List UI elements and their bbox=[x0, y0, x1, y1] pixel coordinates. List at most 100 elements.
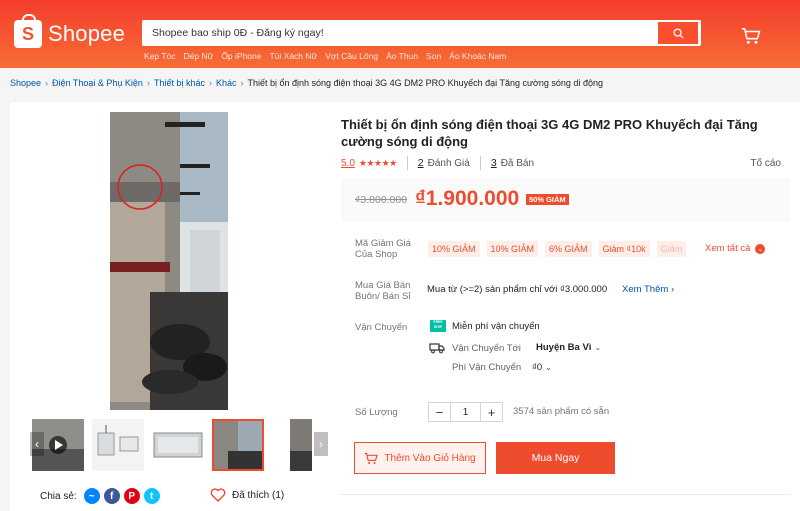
breadcrumb-link[interactable]: Shopee bbox=[10, 78, 41, 88]
buy-now-button[interactable]: Mua Ngay bbox=[496, 442, 615, 474]
ship-to-label: Vận Chuyển Tới bbox=[452, 343, 521, 354]
product-photo bbox=[110, 112, 228, 410]
sale-price: ₫1.900.000 bbox=[415, 187, 520, 210]
voucher-tag[interactable]: 6% GIẢM bbox=[545, 241, 592, 257]
suggestion-link[interactable]: Kẹp Tóc bbox=[144, 51, 176, 61]
suggestion-link[interactable]: Áo Thun bbox=[386, 51, 418, 61]
increase-button[interactable]: + bbox=[481, 403, 502, 421]
thumbnail-next-button[interactable]: › bbox=[314, 432, 328, 456]
chevron-right-icon: › bbox=[670, 284, 675, 295]
chevron-right-icon: › bbox=[146, 78, 150, 88]
voucher-tag[interactable]: Giảm ₫10k bbox=[598, 241, 650, 257]
rating-row: 5.0 ★★★★★ 2 Đánh Giá 3 Đã Bán Tố cáo bbox=[341, 156, 781, 170]
suggestion-link[interactable]: Áo Khoác Nam bbox=[449, 51, 506, 61]
breadcrumb-link[interactable]: Khác bbox=[216, 78, 237, 88]
see-all-label: Xem tất cả bbox=[705, 243, 751, 254]
see-more-label: Xem Thêm bbox=[622, 284, 669, 295]
divider bbox=[406, 156, 408, 170]
like-button[interactable]: Đã thích (1) bbox=[210, 488, 284, 502]
product-card: ‹ › Chia sẻ: ~ f P t Đã thích (1) Thiết … bbox=[10, 102, 800, 511]
sold-label: Đã Bán bbox=[500, 157, 535, 169]
shipping-fee-label: Phí Vận Chuyển bbox=[452, 362, 522, 373]
chevron-down-icon: ⌄ bbox=[545, 363, 552, 372]
thumbnail-image bbox=[290, 419, 312, 471]
reviews-label: Đánh Giá bbox=[427, 157, 470, 169]
heart-icon bbox=[210, 488, 226, 502]
free-ship-icon: FREE SHIP bbox=[430, 320, 446, 332]
suggestion-link[interactable]: Son bbox=[426, 51, 441, 61]
buy-now-label: Mua Ngay bbox=[531, 452, 580, 464]
rating-score[interactable]: 5.0 bbox=[341, 158, 355, 169]
wholesale-label: Mua Giá Bán Buôn/ Bán Sỉ bbox=[355, 280, 411, 302]
suggestion-link[interactable]: Túi Xách Nữ bbox=[269, 51, 317, 61]
thumbnail-image bbox=[92, 419, 144, 471]
shipping-fee-dropdown[interactable]: ₫0 ⌄ bbox=[532, 362, 552, 373]
decrease-button[interactable]: − bbox=[429, 403, 450, 421]
chevron-right-icon: › bbox=[45, 78, 49, 88]
divider bbox=[479, 156, 481, 170]
liked-count-label: Đã thích (1) bbox=[232, 489, 285, 501]
reviews-count[interactable]: 2 bbox=[418, 157, 424, 169]
messenger-icon[interactable]: ~ bbox=[83, 488, 100, 504]
thumbnail-item[interactable] bbox=[92, 419, 144, 471]
cart-plus-icon bbox=[365, 452, 379, 464]
breadcrumb-link[interactable]: Thiết bị khác bbox=[154, 78, 205, 88]
divider bbox=[341, 494, 790, 495]
product-title: Thiết bị ổn định sóng điện thoại 3G 4G D… bbox=[341, 117, 758, 149]
pinterest-icon[interactable]: P bbox=[123, 488, 140, 504]
ship-to-value: Huyện Ba Vì bbox=[536, 342, 592, 353]
search-button[interactable] bbox=[658, 22, 698, 44]
see-all-vouchers-link[interactable]: Xem tất cả ⌄ bbox=[705, 243, 766, 254]
add-to-cart-button[interactable]: Thêm Vào Giỏ Hàng bbox=[354, 442, 486, 474]
thumbnail-item[interactable] bbox=[152, 419, 204, 471]
search-suggestions: Kẹp Tóc Dép Nữ Ốp iPhone Túi Xách Nữ Vợt… bbox=[144, 51, 506, 61]
add-to-cart-label: Thêm Vào Giỏ Hàng bbox=[384, 452, 476, 464]
voucher-tag[interactable]: 10% GIẢM bbox=[428, 241, 480, 257]
voucher-tag[interactable]: 10% GIẢM bbox=[486, 241, 539, 257]
product-main-image[interactable] bbox=[110, 112, 228, 410]
free-shipping-text: Miễn phí vận chuyển bbox=[452, 321, 540, 332]
quantity-input[interactable]: 1 bbox=[450, 403, 481, 421]
quantity-label: Số Lượng bbox=[355, 407, 398, 418]
breadcrumb-current: Thiết bị ổn định sóng điện thoại 3G 4G D… bbox=[247, 78, 603, 88]
see-more-link[interactable]: Xem Thêm › bbox=[622, 284, 674, 295]
discount-badge: 50% GIẢM bbox=[526, 194, 569, 205]
search-bar bbox=[142, 20, 701, 46]
wholesale-text: Mua từ (>=2) sản phẩm chỉ với ₫3.000.000 bbox=[427, 284, 608, 295]
thumbnail-item[interactable] bbox=[290, 419, 312, 471]
chevron-right-icon: › bbox=[208, 78, 212, 88]
thumbnail-strip: ‹ › bbox=[20, 416, 328, 472]
original-price: ₫3.800.000 bbox=[355, 194, 408, 206]
thumbnail-image bbox=[214, 421, 262, 469]
voucher-list: 10% GIẢM 10% GIẢM 6% GIẢM Giảm ₫10k Giảm bbox=[428, 241, 698, 257]
shipping-fee-value: ₫0 bbox=[532, 362, 543, 373]
share-row: Chia sẻ: ~ f P t bbox=[40, 488, 160, 504]
shopping-bag-icon: S bbox=[14, 14, 42, 48]
thumbnail-image bbox=[152, 419, 204, 471]
stock-text: 3574 sản phẩm có sẵn bbox=[513, 406, 610, 417]
suggestion-link[interactable]: Dép Nữ bbox=[184, 51, 214, 61]
star-rating-icon: ★★★★★ bbox=[358, 157, 397, 168]
price-panel: ₫3.800.000 ₫1.900.000 50% GIẢM bbox=[341, 178, 790, 222]
top-header: S Shopee Kẹp Tóc Dép Nữ Ốp iPhone Túi Xá… bbox=[0, 0, 800, 68]
twitter-icon[interactable]: t bbox=[143, 488, 160, 504]
logo-text: Shopee bbox=[48, 21, 126, 46]
shopee-logo[interactable]: S Shopee bbox=[14, 14, 126, 48]
suggestion-link[interactable]: Vợt Cầu Lông bbox=[325, 51, 378, 61]
cart-icon[interactable] bbox=[741, 27, 761, 45]
facebook-icon[interactable]: f bbox=[103, 488, 120, 504]
thumbnail-prev-button[interactable]: ‹ bbox=[30, 432, 44, 456]
voucher-label: Mã Giảm Giá Của Shop bbox=[355, 238, 411, 260]
voucher-tag[interactable]: Giảm bbox=[656, 241, 687, 257]
search-input[interactable] bbox=[145, 22, 650, 44]
suggestion-link[interactable]: Ốp iPhone bbox=[221, 51, 261, 61]
search-icon bbox=[672, 27, 684, 39]
thumbnail-item-selected[interactable] bbox=[212, 419, 264, 471]
quantity-stepper: − 1 + bbox=[428, 402, 503, 422]
breadcrumb: Shopee › Điện Thoại & Phụ Kiện › Thiết bị kh… bbox=[10, 78, 603, 88]
chevron-down-icon: ⌄ bbox=[594, 343, 602, 352]
ship-to-dropdown[interactable]: Huyện Ba Vì ⌄ bbox=[536, 342, 601, 353]
breadcrumb-link[interactable]: Điện Thoại & Phụ Kiện bbox=[52, 78, 143, 88]
report-link[interactable]: Tố cáo bbox=[750, 158, 781, 169]
sold-count: 3 bbox=[490, 157, 497, 169]
